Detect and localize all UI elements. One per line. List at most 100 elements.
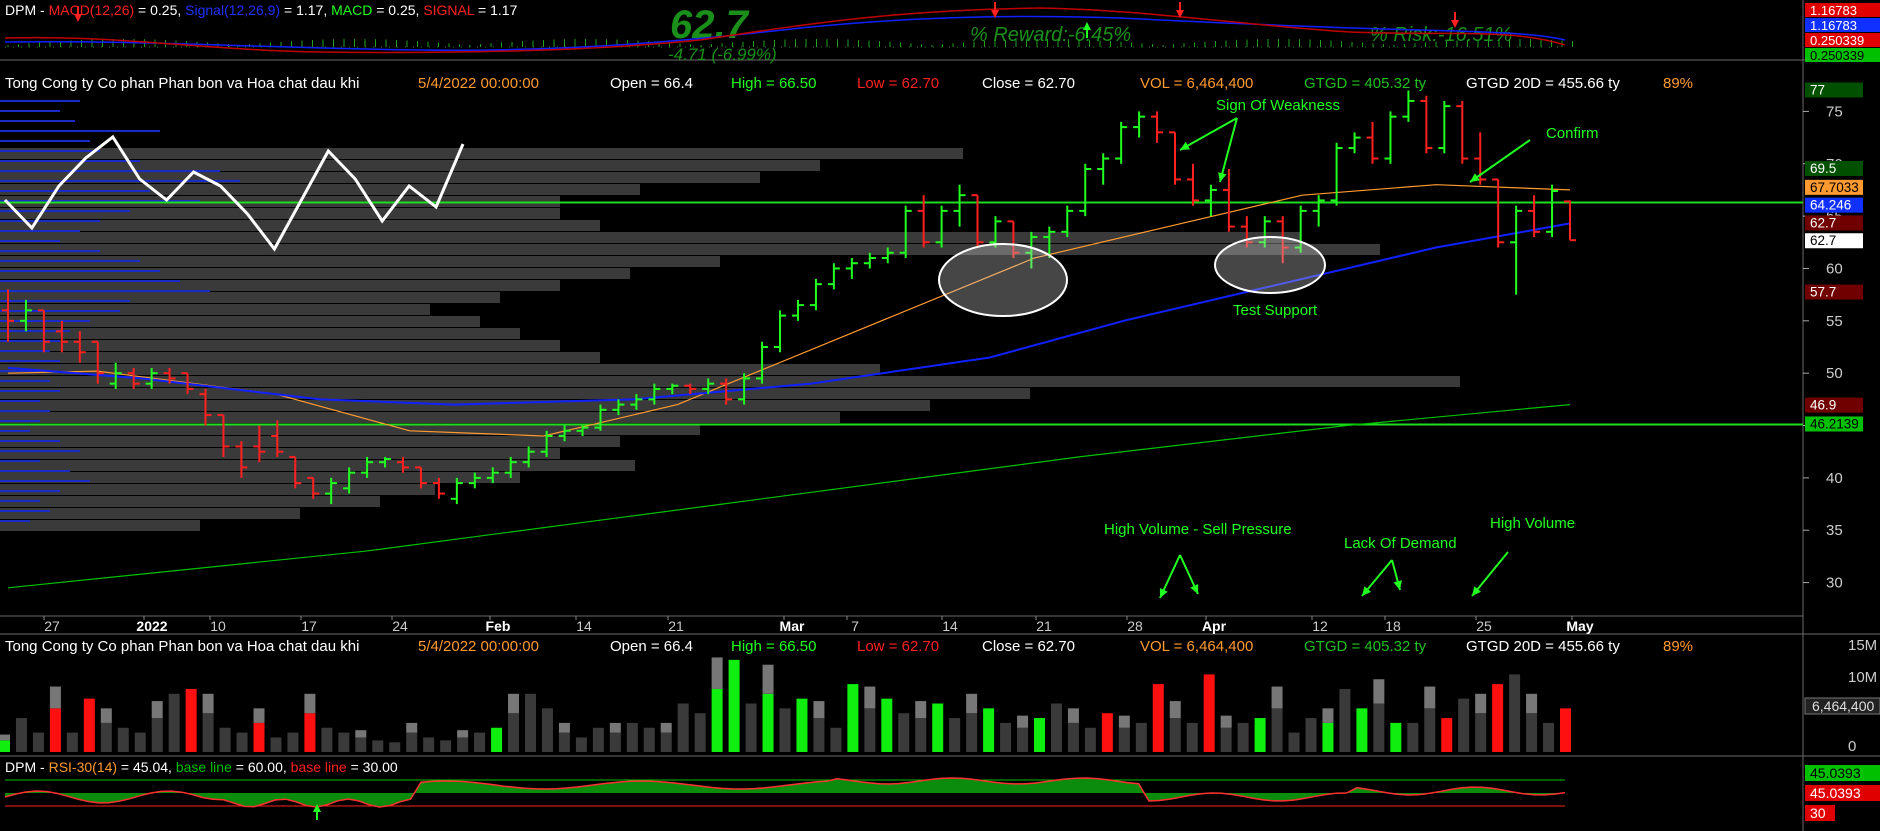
volume-bar bbox=[100, 722, 112, 752]
volume-bar bbox=[1067, 722, 1079, 752]
volume-bar bbox=[711, 688, 723, 752]
volume-bar bbox=[1407, 722, 1419, 752]
volume-profile-blue-bar bbox=[0, 140, 90, 142]
volume-bar bbox=[728, 659, 740, 752]
volume-profile-bar bbox=[0, 208, 560, 219]
volume-profile-bar bbox=[0, 436, 620, 447]
macd-legend-part-0: DPM bbox=[5, 2, 36, 18]
annotation-text: High Volume - Sell Pressure bbox=[1104, 521, 1292, 538]
volume-bar bbox=[1000, 722, 1012, 752]
volume-profile-bar bbox=[0, 412, 840, 423]
x-tick-label: 18 bbox=[1385, 618, 1401, 634]
y-tick-label: 75 bbox=[1826, 103, 1843, 120]
volume-bar-extension bbox=[762, 664, 774, 694]
volume-bar bbox=[1526, 713, 1538, 752]
volume-profile-bar bbox=[0, 460, 635, 471]
volume-bar bbox=[1390, 722, 1402, 752]
volume-bar-extension bbox=[966, 693, 978, 714]
volume-bar-extension bbox=[304, 693, 316, 714]
macd-legend-part-8: SIGNAL bbox=[423, 2, 475, 18]
volume-bar-extension bbox=[660, 722, 672, 733]
price-axis-label: 69.5 bbox=[1810, 161, 1836, 176]
volume-profile-blue-bar bbox=[0, 290, 210, 292]
volume-profile-blue-bar bbox=[0, 500, 40, 502]
rsi-legend: DPM - RSI-30(14) = 45.04, base line = 60… bbox=[5, 759, 398, 775]
volume-profile-blue-bar bbox=[0, 310, 120, 312]
info-pct: 89% bbox=[1663, 638, 1693, 655]
macd-legend-part-4: Signal(12,26,9) bbox=[185, 2, 280, 18]
volume-profile-blue-bar bbox=[0, 360, 60, 362]
info-close: Close = 62.70 bbox=[982, 75, 1075, 92]
info-high: High = 66.50 bbox=[731, 75, 816, 92]
info-date: 5/4/2022 00:00:00 bbox=[418, 638, 539, 655]
volume-bar-extension bbox=[355, 730, 367, 738]
volume-profile-blue-bar bbox=[0, 210, 130, 212]
rsi-legend-part-5: = 60.00, bbox=[232, 759, 291, 775]
volume-bar-extension bbox=[253, 708, 265, 723]
annotation-text: Sign Of Weakness bbox=[1216, 97, 1340, 114]
volume-bar bbox=[1543, 722, 1555, 752]
info-close: Close = 62.70 bbox=[982, 638, 1075, 655]
volume-bar bbox=[575, 737, 587, 752]
macd-axis-label: 1.16783 bbox=[1810, 3, 1857, 18]
volume-profile-bar bbox=[0, 448, 560, 459]
volume-bar bbox=[592, 727, 604, 752]
volume-bar-extension bbox=[1220, 715, 1232, 728]
volume-bar bbox=[355, 737, 367, 752]
volume-bar-extension bbox=[1067, 708, 1079, 723]
price-axis-label: 64.246 bbox=[1810, 198, 1851, 213]
x-tick-label: Apr bbox=[1202, 618, 1227, 634]
volume-bar-extension bbox=[1322, 708, 1334, 723]
volume-bar bbox=[15, 718, 27, 752]
volume-bar bbox=[406, 732, 418, 752]
volume-bar bbox=[1492, 684, 1504, 752]
volume-profile-bar bbox=[0, 148, 963, 159]
volume-bar bbox=[32, 732, 44, 752]
volume-profile-blue-bar bbox=[0, 460, 40, 462]
volume-bar bbox=[1475, 713, 1487, 752]
volume-bar bbox=[660, 732, 672, 752]
x-tick-label: 28 bbox=[1127, 618, 1143, 634]
x-tick-label: 14 bbox=[576, 618, 592, 634]
volume-bar bbox=[219, 727, 231, 752]
volume-profile-blue-bar bbox=[0, 260, 140, 262]
rsi-legend-part-7: = 30.00 bbox=[347, 759, 398, 775]
x-tick-label: 12 bbox=[1312, 618, 1328, 634]
volume-bar bbox=[168, 693, 180, 752]
volume-bar-extension bbox=[1118, 715, 1130, 728]
volume-bar bbox=[694, 713, 706, 752]
volume-bar bbox=[253, 722, 265, 752]
volume-bar bbox=[304, 713, 316, 752]
volume-bar bbox=[49, 708, 61, 752]
volume-profile-blue-bar bbox=[0, 300, 130, 302]
volume-bar bbox=[1560, 708, 1571, 752]
info-low: Low = 62.70 bbox=[857, 75, 939, 92]
price-axis-label: 67.7033 bbox=[1810, 180, 1859, 195]
reward-label: % Reward:-6.45% bbox=[970, 24, 1131, 46]
volume-profile-bar bbox=[0, 184, 640, 195]
volume-profile-blue-bar bbox=[0, 380, 50, 382]
volume-bar bbox=[372, 740, 384, 752]
macd-legend-part-5: = 1.17, bbox=[280, 2, 331, 18]
volume-bar bbox=[796, 698, 808, 752]
info-gtgd20: GTGD 20D = 455.66 ty bbox=[1466, 75, 1620, 92]
volume-bar-extension bbox=[915, 701, 927, 719]
rsi-axis-label: 45.0393 bbox=[1810, 785, 1861, 801]
annotation-text: Confirm bbox=[1546, 125, 1599, 142]
y-tick-label: 55 bbox=[1826, 313, 1843, 330]
volume-tick-label: 10M bbox=[1848, 669, 1877, 686]
macd-legend: DPM - MACD(12,26) = 0.25, Signal(12,26,9… bbox=[5, 2, 518, 18]
y-tick-label: 50 bbox=[1826, 365, 1843, 382]
volume-bar bbox=[1254, 718, 1266, 752]
volume-bar bbox=[558, 732, 570, 752]
volume-profile-blue-bar bbox=[0, 400, 40, 402]
volume-bar-extension bbox=[508, 693, 520, 714]
rsi-legend-part-0: DPM bbox=[5, 759, 36, 775]
info-vol: VOL = 6,464,400 bbox=[1140, 638, 1253, 655]
volume-bar-extension bbox=[202, 693, 214, 714]
rsi-legend-part-6: base line bbox=[291, 759, 347, 775]
volume-tick-label: 15M bbox=[1848, 637, 1877, 654]
x-tick-label: 10 bbox=[210, 618, 226, 634]
stock-chart[interactable]: DPM - MACD(12,26) = 0.25, Signal(12,26,9… bbox=[0, 0, 1880, 831]
volume-bar bbox=[626, 722, 638, 752]
